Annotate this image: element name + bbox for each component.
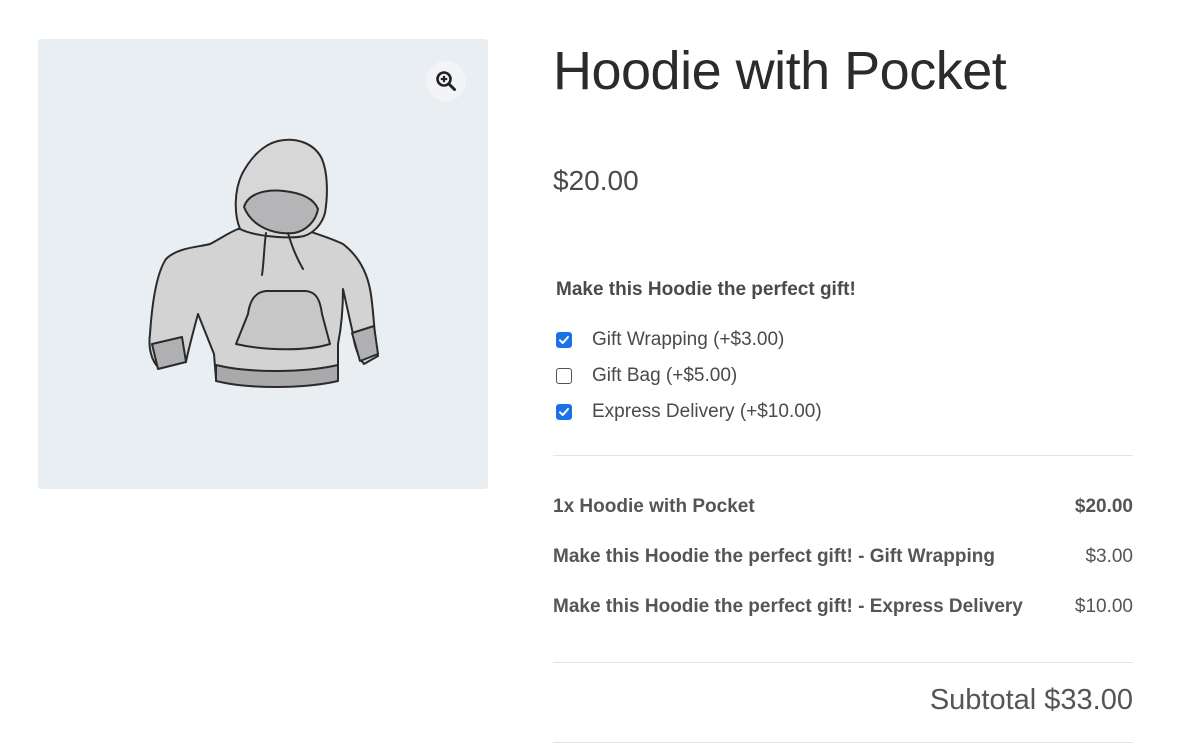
product-price: $20.00 bbox=[553, 165, 639, 196]
subtotal: Subtotal $33.00 bbox=[929, 684, 1133, 716]
addon-label: Express Delivery (+$10.00) bbox=[592, 401, 822, 422]
addon-option-express-delivery[interactable]: Express Delivery (+$10.00) bbox=[556, 394, 822, 430]
product-title: Hoodie with Pocket bbox=[553, 41, 1007, 101]
zoom-in-icon bbox=[436, 71, 456, 91]
line-item-name: Make this Hoodie the perfect gift! - Exp… bbox=[553, 596, 1023, 617]
product-image[interactable] bbox=[138, 129, 388, 399]
line-item-amount: $10.00 bbox=[1074, 596, 1133, 617]
addon-option-gift-wrapping[interactable]: Gift Wrapping (+$3.00) bbox=[556, 322, 822, 358]
line-item-amount: $3.00 bbox=[1085, 546, 1133, 567]
divider bbox=[553, 742, 1133, 743]
checkbox[interactable] bbox=[556, 404, 572, 420]
checkmark-icon bbox=[559, 336, 569, 344]
divider bbox=[553, 455, 1133, 456]
line-item-name: Make this Hoodie the perfect gift! - Gif… bbox=[553, 546, 995, 567]
addons-heading: Make this Hoodie the perfect gift! bbox=[556, 279, 856, 300]
product-gallery bbox=[38, 39, 488, 489]
divider bbox=[553, 662, 1133, 663]
line-item: Make this Hoodie the perfect gift! - Exp… bbox=[553, 596, 1133, 618]
addon-option-gift-bag[interactable]: Gift Bag (+$5.00) bbox=[556, 358, 822, 394]
line-item-amount: $20.00 bbox=[1074, 496, 1133, 517]
zoom-button[interactable] bbox=[426, 61, 466, 101]
addon-label: Gift Bag (+$5.00) bbox=[592, 365, 738, 386]
checkbox[interactable] bbox=[556, 368, 572, 384]
line-item-name: 1x Hoodie with Pocket bbox=[553, 496, 755, 517]
addon-options: Gift Wrapping (+$3.00) Gift Bag (+$5.00)… bbox=[556, 322, 822, 430]
line-item: 1x Hoodie with Pocket $20.00 bbox=[553, 496, 1133, 518]
addon-label: Gift Wrapping (+$3.00) bbox=[592, 329, 785, 350]
line-item: Make this Hoodie the perfect gift! - Gif… bbox=[553, 546, 1133, 568]
checkmark-icon bbox=[559, 408, 569, 416]
checkbox[interactable] bbox=[556, 332, 572, 348]
